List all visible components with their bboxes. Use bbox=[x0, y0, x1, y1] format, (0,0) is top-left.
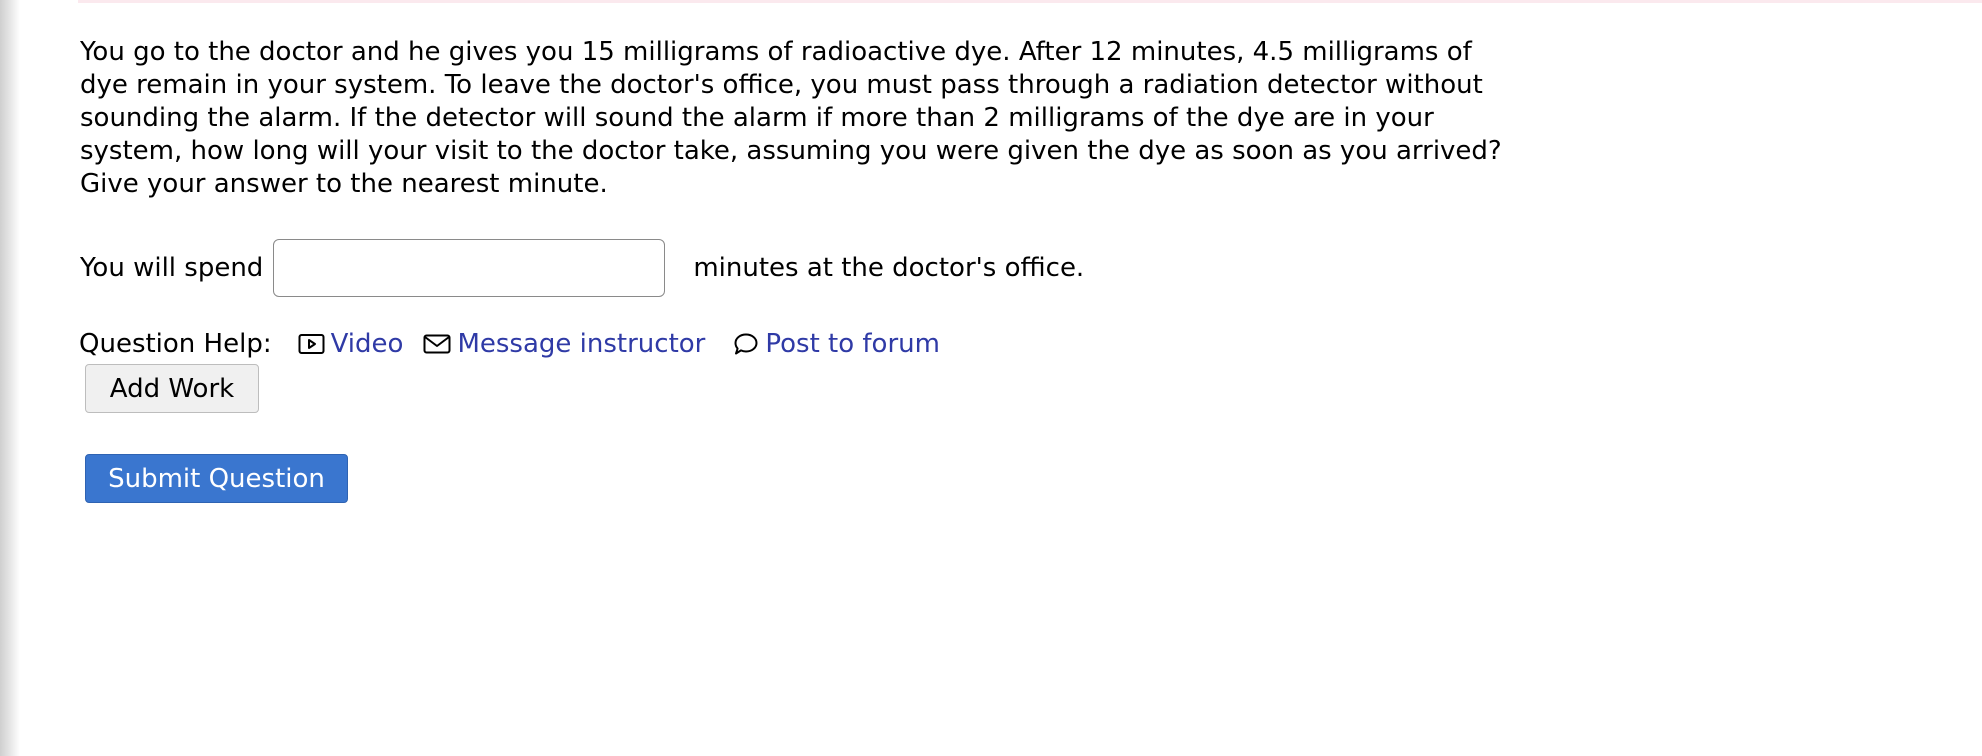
submit-question-button[interactable]: Submit Question bbox=[85, 454, 348, 503]
left-edge-shadow bbox=[0, 0, 20, 756]
speech-bubble-icon bbox=[734, 333, 758, 355]
envelope-icon bbox=[423, 334, 451, 354]
add-work-button[interactable]: Add Work bbox=[85, 364, 259, 413]
post-to-forum-link[interactable]: Post to forum bbox=[733, 329, 940, 359]
question-help: Question Help: Video Message instructor … bbox=[79, 326, 960, 362]
answer-prefix: You will spend bbox=[80, 253, 264, 283]
video-icon bbox=[298, 334, 325, 354]
message-instructor-link[interactable]: Message instructor bbox=[423, 329, 705, 359]
answer-row: You will spend minutes at the doctor's o… bbox=[80, 237, 1084, 299]
top-divider bbox=[78, 0, 1982, 3]
question-text: You go to the doctor and he gives you 15… bbox=[80, 37, 1502, 199]
answer-input[interactable] bbox=[273, 239, 666, 297]
question-page: You go to the doctor and he gives you 15… bbox=[0, 0, 1982, 756]
message-instructor-label: Message instructor bbox=[457, 329, 706, 359]
post-to-forum-label: Post to forum bbox=[765, 329, 940, 359]
video-link[interactable]: Video bbox=[298, 329, 404, 359]
answer-suffix: minutes at the doctor's office. bbox=[693, 253, 1085, 283]
video-link-label: Video bbox=[330, 329, 404, 359]
question-help-label: Question Help: bbox=[79, 329, 272, 359]
